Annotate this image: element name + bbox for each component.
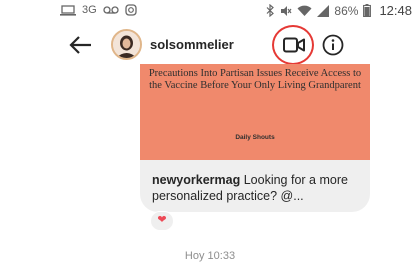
- conversation-header: solsommelier: [0, 24, 420, 66]
- shared-post-image[interactable]: Precautions Into Partisan Issues Receive…: [140, 64, 370, 160]
- mute-icon: [280, 5, 292, 17]
- info-icon: [322, 34, 344, 56]
- back-arrow-icon: [69, 36, 91, 54]
- battery-icon: [363, 4, 372, 17]
- avatar[interactable]: [111, 29, 142, 60]
- info-button[interactable]: [322, 34, 344, 56]
- heart-icon: ❤: [157, 214, 167, 226]
- status-bar-system: 86% 12:48: [266, 3, 412, 18]
- clock: 12:48: [379, 3, 412, 18]
- instagram-icon: [125, 4, 137, 16]
- status-bar-notifications: 3G: [60, 4, 137, 16]
- bluetooth-icon: [266, 4, 275, 17]
- wifi-icon: [297, 5, 312, 17]
- network-type: 3G: [82, 4, 97, 16]
- post-headline: Precautions Into Partisan Issues Receive…: [148, 68, 362, 91]
- message-timestamp: Hoy 10:33: [184, 250, 236, 262]
- avatar-image: [113, 31, 140, 58]
- post-section-label: Daily Shouts: [235, 134, 275, 141]
- laptop-icon: [60, 4, 76, 16]
- shared-post-message[interactable]: Precautions Into Partisan Issues Receive…: [140, 64, 370, 212]
- post-caption: newyorkermag Looking for a more personal…: [152, 172, 364, 204]
- video-call-button[interactable]: [272, 25, 314, 65]
- conversation-username[interactable]: solsommelier: [150, 37, 234, 52]
- post-author[interactable]: newyorkermag: [152, 173, 240, 187]
- battery-level: 86%: [334, 3, 359, 18]
- video-call-icon: [283, 37, 305, 53]
- back-button[interactable]: [68, 32, 96, 58]
- signal-icon: [317, 4, 330, 17]
- heart-reaction[interactable]: ❤: [150, 211, 174, 231]
- status-bar: 3G 86% 12:48: [0, 0, 420, 24]
- voicemail-icon: [103, 5, 119, 15]
